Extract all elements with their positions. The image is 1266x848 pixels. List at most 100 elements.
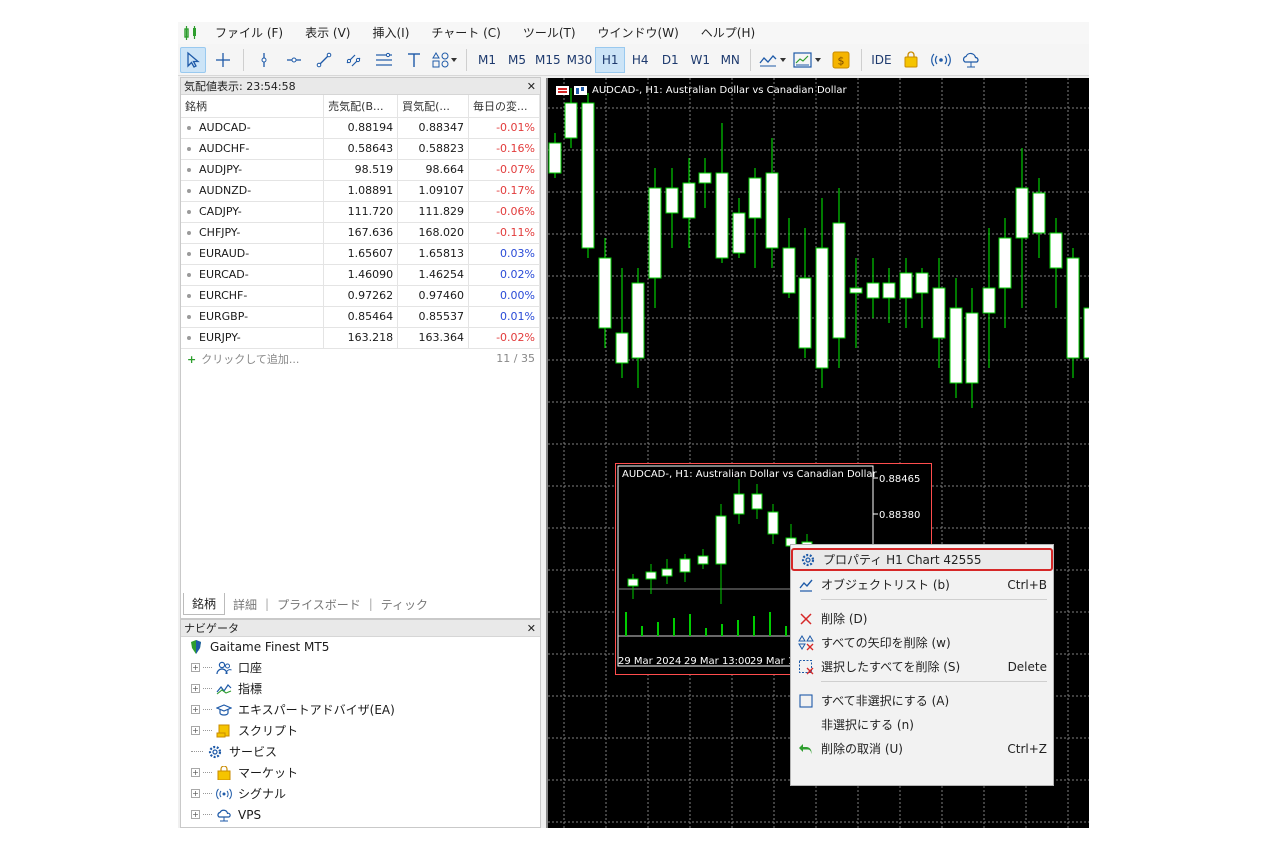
bid-cell: 1.65607 <box>323 243 399 265</box>
ide-button[interactable]: IDE <box>867 53 895 67</box>
timeframe-h1-button[interactable]: H1 <box>595 46 626 73</box>
object-list-icon <box>791 577 821 593</box>
context-menu-item-properties[interactable]: プロパティ H1 Chart 42555 <box>791 548 1053 571</box>
cursor-tool-button[interactable] <box>180 46 206 73</box>
timeframe-m5-button[interactable]: M5 <box>502 47 532 73</box>
timeframe-m15-button[interactable]: M15 <box>532 47 564 73</box>
tab-ticks[interactable]: ティック <box>373 594 436 615</box>
menu-chart[interactable]: チャート (C) <box>420 22 511 44</box>
context-menu-item-delete-all-arrows[interactable]: すべての矢印を削除 (w) <box>791 631 1053 654</box>
symbol-cell[interactable]: EURGBP- <box>181 306 325 328</box>
column-header-symbol[interactable]: 銘柄 <box>181 95 325 118</box>
mt5-logo-icon <box>178 22 204 44</box>
one-click-trading-button[interactable]: $ <box>828 47 854 73</box>
horizontal-line-tool-button[interactable] <box>281 47 307 73</box>
channel-tool-button[interactable] <box>341 47 367 73</box>
text-tool-button[interactable] <box>401 47 427 73</box>
navigator-item-expert-advisors[interactable]: + エキスパートアドバイザ(EA) <box>181 699 540 720</box>
context-menu-shortcut: Ctrl+B <box>1007 577 1047 592</box>
timeframe-m30-button[interactable]: M30 <box>564 47 596 73</box>
expand-icon[interactable]: + <box>191 705 200 714</box>
context-menu-item-delete[interactable]: 削除 (D) <box>791 607 1053 630</box>
add-symbol-label[interactable]: + クリックして追加... <box>187 351 299 367</box>
signals-button[interactable] <box>928 47 954 73</box>
timeframe-w1-button[interactable]: W1 <box>685 47 715 73</box>
market-watch-row[interactable]: EURCAD- 1.46090 1.46254 0.02% <box>181 264 540 286</box>
context-menu-item-undo-delete[interactable]: 削除の取消 (U) Ctrl+Z <box>791 737 1053 760</box>
symbol-cell[interactable]: AUDJPY- <box>181 159 325 181</box>
tree-connector <box>191 751 203 752</box>
expand-icon[interactable]: + <box>191 726 200 735</box>
market-watch-row[interactable]: AUDCAD- 0.88194 0.88347 -0.01% <box>181 117 540 139</box>
market-watch-row[interactable]: AUDNZD- 1.08891 1.09107 -0.17% <box>181 180 540 202</box>
navigator-item-accounts[interactable]: + 口座 <box>181 657 540 678</box>
chart-template-dropdown-button[interactable] <box>792 47 824 73</box>
vps-button[interactable] <box>958 47 984 73</box>
navigator-item-signals[interactable]: + シグナル <box>181 783 540 804</box>
market-watch-row[interactable]: EURAUD- 1.65607 1.65813 0.03% <box>181 243 540 265</box>
symbol-cell[interactable]: EURCHF- <box>181 285 325 307</box>
context-menu-item-object-list[interactable]: オブジェクトリスト (b) Ctrl+B <box>791 573 1053 596</box>
market-watch-row[interactable]: CADJPY- 111.720 111.829 -0.06% <box>181 201 540 223</box>
menu-view[interactable]: 表示 (V) <box>294 22 361 44</box>
market-bag-button[interactable] <box>898 47 924 73</box>
symbol-cell[interactable]: AUDNZD- <box>181 180 325 202</box>
column-header-daily-change[interactable]: 毎日の変... <box>468 95 540 118</box>
preview-candle-body <box>715 515 727 565</box>
symbol-cell[interactable]: CHFJPY- <box>181 222 325 244</box>
context-menu-item-deselect[interactable]: 非選択にする (n) <box>791 713 1053 736</box>
menu-window[interactable]: ウインドウ(W) <box>587 22 690 44</box>
context-menu-item-deselect-all[interactable]: すべて非選択にする (A) <box>791 689 1053 712</box>
symbol-cell[interactable]: EURJPY- <box>181 327 325 349</box>
context-menu-item-delete-all-selected[interactable]: 選択したすべてを削除 (S) Delete <box>791 655 1053 678</box>
timeframe-mn-button[interactable]: MN <box>715 47 745 73</box>
column-header-ask[interactable]: 買気配(... <box>397 95 470 118</box>
navigator-item-services[interactable]: サービス <box>181 741 540 762</box>
crosshair-tool-button[interactable] <box>210 47 236 73</box>
shapes-dropdown-button[interactable] <box>431 47 459 73</box>
expand-icon[interactable]: + <box>191 789 200 798</box>
symbol-cell[interactable]: AUDCAD- <box>181 117 325 139</box>
market-watch-row[interactable]: EURCHF- 0.97262 0.97460 0.00% <box>181 285 540 307</box>
tab-price-board[interactable]: プライスボード <box>269 594 369 615</box>
menu-file[interactable]: ファイル (F) <box>204 22 294 44</box>
ask-cell: 168.020 <box>397 222 470 244</box>
timeframe-h4-button[interactable]: H4 <box>625 47 655 73</box>
navigator-item-vps[interactable]: + VPS <box>181 804 540 825</box>
tab-symbols[interactable]: 銘柄 <box>183 593 226 615</box>
market-watch-row[interactable]: EURJPY- 163.218 163.364 -0.02% <box>181 327 540 349</box>
symbol-cell[interactable]: EURAUD- <box>181 243 325 265</box>
timeframe-d1-button[interactable]: D1 <box>655 47 685 73</box>
navigator-root[interactable]: Gaitame Finest MT5 <box>181 637 540 657</box>
menu-tools[interactable]: ツール(T) <box>512 22 587 44</box>
menu-insert[interactable]: 挿入(I) <box>361 22 420 44</box>
add-symbol-row[interactable]: + クリックして追加... 11 / 35 <box>181 349 540 369</box>
close-icon[interactable]: ✕ <box>527 80 536 93</box>
trend-line-tool-button[interactable] <box>311 47 337 73</box>
expand-icon[interactable]: + <box>191 663 200 672</box>
market-watch-row[interactable]: AUDCHF- 0.58643 0.58823 -0.16% <box>181 138 540 160</box>
vertical-line-tool-button[interactable] <box>251 47 277 73</box>
expand-icon[interactable]: + <box>191 810 200 819</box>
expand-icon[interactable]: + <box>191 768 200 777</box>
navigator-item-indicators[interactable]: + 指標 <box>181 678 540 699</box>
expand-icon[interactable]: + <box>191 684 200 693</box>
candle-body <box>998 237 1012 289</box>
close-icon[interactable]: ✕ <box>527 622 536 635</box>
symbol-cell[interactable]: AUDCHF- <box>181 138 325 160</box>
tab-details[interactable]: 詳細 <box>225 594 265 615</box>
symbol-cell[interactable]: CADJPY- <box>181 201 325 223</box>
ask-cell: 0.58823 <box>397 138 470 160</box>
menu-help[interactable]: ヘルプ(H) <box>690 22 766 44</box>
market-watch-row[interactable]: CHFJPY- 167.636 168.020 -0.11% <box>181 222 540 244</box>
market-watch-row[interactable]: EURGBP- 0.85464 0.85537 0.01% <box>181 306 540 328</box>
navigator-item-scripts[interactable]: + スクリプト <box>181 720 540 741</box>
indicators-dropdown-button[interactable] <box>758 47 788 73</box>
market-watch-row[interactable]: AUDJPY- 98.519 98.664 -0.07% <box>181 159 540 181</box>
column-header-bid[interactable]: 売気配(B... <box>323 95 399 118</box>
navigator-item-market[interactable]: + マーケット <box>181 762 540 783</box>
fibonacci-tool-button[interactable] <box>371 47 397 73</box>
symbol-cell[interactable]: EURCAD- <box>181 264 325 286</box>
bid-cell: 163.218 <box>323 327 399 349</box>
timeframe-m1-button[interactable]: M1 <box>472 47 502 73</box>
